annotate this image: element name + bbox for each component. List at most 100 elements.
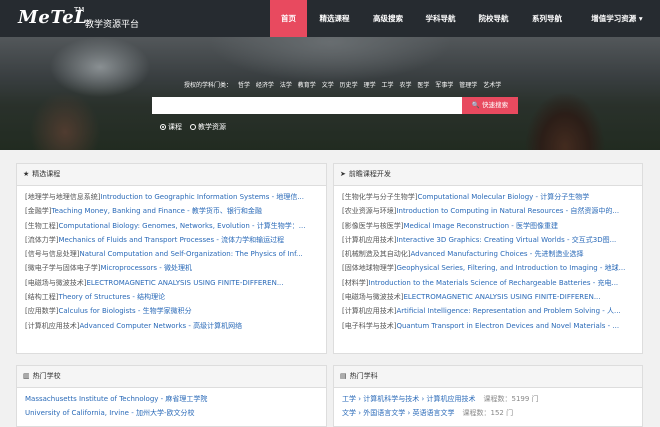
search-type-group: 课程 教学资源 bbox=[160, 122, 226, 132]
radio-resource[interactable]: 教学资源 bbox=[190, 122, 226, 132]
nav-home[interactable]: 首页 bbox=[270, 0, 307, 37]
subjects-prefix: 授权的学科门类： bbox=[184, 82, 233, 89]
book-icon: ▤ bbox=[340, 372, 347, 380]
panel-title: 热门学科 bbox=[349, 372, 378, 380]
list-item: [电磁场与微波技术]ELECTROMAGNETIC ANALYSIS USING… bbox=[342, 290, 634, 304]
course-link[interactable]: Interactive 3D Graphics: Creating Virtua… bbox=[396, 236, 616, 244]
course-link[interactable]: Natural Computation and Self-Organizatio… bbox=[79, 250, 302, 258]
list-item: [材料学]Introduction to the Materials Scien… bbox=[342, 276, 634, 290]
nav-extra-resources-dropdown[interactable]: 增值学习资源 ▾ bbox=[574, 0, 660, 37]
radio-course[interactable]: 课程 bbox=[160, 122, 182, 132]
list-item: [计算机应用技术]Advanced Computer Networks - 高级… bbox=[25, 319, 318, 333]
course-link[interactable]: Theory of Structures - 结构理论 bbox=[58, 293, 165, 301]
discipline-path-link[interactable]: 工学 › 计算机科学与技术 › 计算机应用技术 bbox=[342, 395, 476, 403]
list-item: [金融学]Teaching Money, Banking and Finance… bbox=[25, 204, 318, 218]
school-link[interactable]: University of California, Irvine - 加州大学-… bbox=[25, 409, 194, 417]
course-category: [流体力学] bbox=[25, 235, 59, 244]
course-link[interactable]: Microprocessors - 微处理机 bbox=[100, 264, 192, 272]
panel-header: ▤ 热门学科 bbox=[334, 366, 642, 388]
subject-link[interactable]: 农学 bbox=[399, 82, 411, 89]
course-link[interactable]: Geophysical Series, Filtering, and Intro… bbox=[396, 264, 625, 272]
subject-link[interactable]: 经济学 bbox=[256, 82, 274, 89]
list-item: [地理学与地理信息系统]Introduction to Geographic I… bbox=[25, 190, 318, 204]
course-category: [计算机应用技术] bbox=[25, 321, 80, 330]
list-item: [计算机应用技术]Interactive 3D Graphics: Creati… bbox=[342, 233, 634, 247]
panel-header: ▥ 热门学校 bbox=[17, 366, 326, 388]
nav-advanced-search[interactable]: 高级搜索 bbox=[362, 0, 414, 37]
popular-disciplines-panel: ▤ 热门学科 工学 › 计算机科学与技术 › 计算机应用技术 课程数：5199 门 … bbox=[333, 365, 643, 427]
course-category: [计算机应用技术] bbox=[342, 307, 397, 316]
list-item: [机械制造及其自动化]Advanced Manufacturing Choice… bbox=[342, 247, 634, 261]
list-item: [流体力学]Mechanics of Fluids and Transport … bbox=[25, 233, 318, 247]
list-item: [计算机应用技术]Artificial Intelligence: Repres… bbox=[342, 304, 634, 318]
list-item: [固体地球物理学]Geophysical Series, Filtering, … bbox=[342, 261, 634, 275]
school-link[interactable]: Massachusetts Institute of Technology - … bbox=[25, 395, 207, 403]
panel-header: ★ 精选课程 bbox=[17, 164, 326, 186]
radio-resource-label: 教学资源 bbox=[198, 123, 226, 131]
search-input[interactable] bbox=[152, 97, 462, 114]
subject-link[interactable]: 哲学 bbox=[238, 82, 250, 89]
quick-search-button[interactable]: 🔍 快速搜索 bbox=[462, 97, 518, 114]
radio-course-label: 课程 bbox=[168, 123, 182, 131]
subject-link[interactable]: 法学 bbox=[280, 82, 292, 89]
course-link[interactable]: Introduction to Computing in Natural Res… bbox=[396, 207, 619, 215]
list-item: [信号与信息处理]Natural Computation and Self-Or… bbox=[25, 247, 318, 261]
list-item: [影像医学与核医学]Medical Image Reconstruction -… bbox=[342, 219, 634, 233]
subject-link[interactable]: 管理学 bbox=[459, 82, 477, 89]
star-icon: ★ bbox=[23, 170, 30, 178]
list-item: Massachusetts Institute of Technology - … bbox=[25, 392, 318, 406]
course-category: [结构工程] bbox=[25, 293, 59, 302]
course-link[interactable]: Introduction to the Materials Science of… bbox=[368, 279, 618, 287]
subject-filter: 授权的学科门类： 哲学 经济学 法学 教育学 文学 历史学 理学 工学 农学 医… bbox=[184, 80, 505, 89]
subject-link[interactable]: 文学 bbox=[322, 82, 334, 89]
course-link[interactable]: Computational Molecular Biology - 计算分子生物… bbox=[417, 193, 589, 201]
list-item: 工学 › 计算机科学与技术 › 计算机应用技术 课程数：5199 门 bbox=[342, 392, 634, 406]
subject-link[interactable]: 理学 bbox=[364, 82, 376, 89]
list-item: [农业资源与环境]Introduction to Computing in Na… bbox=[342, 204, 634, 218]
course-link[interactable]: Calculus for Biologists - 生物学家微积分 bbox=[58, 307, 191, 315]
list-item: [微电子学与固体电子学]Microprocessors - 微处理机 bbox=[25, 261, 318, 275]
list-item: 文学 › 外国语言文学 › 英语语言文学 课程数：152 门 bbox=[342, 406, 634, 420]
course-link[interactable]: Computational Biology: Genomes, Networks… bbox=[58, 222, 305, 230]
course-category: [电磁场与微波技术] bbox=[25, 278, 87, 287]
list-item: [结构工程]Theory of Structures - 结构理论 bbox=[25, 290, 318, 304]
course-link[interactable]: Advanced Computer Networks - 高级计算机网络 bbox=[79, 322, 242, 330]
subject-link[interactable]: 军事学 bbox=[435, 82, 453, 89]
discipline-path-link[interactable]: 文学 › 外国语言文学 › 英语语言文学 bbox=[342, 409, 455, 417]
subject-link[interactable]: 艺术学 bbox=[483, 82, 501, 89]
course-link[interactable]: Artificial Intelligence: Representation … bbox=[396, 307, 620, 315]
course-category: [材料学] bbox=[342, 278, 369, 287]
course-category: [农业资源与环境] bbox=[342, 207, 397, 216]
hero-banner: 授权的学科门类： 哲学 经济学 法学 教育学 文学 历史学 理学 工学 农学 医… bbox=[0, 37, 660, 150]
panel-title: 前瞻课程开发 bbox=[348, 170, 391, 178]
subject-link[interactable]: 工学 bbox=[382, 82, 394, 89]
subject-link[interactable]: 历史学 bbox=[340, 82, 358, 89]
panel-title: 热门学校 bbox=[32, 372, 61, 380]
nav-featured-courses[interactable]: 精选课程 bbox=[307, 0, 362, 37]
course-link[interactable]: ELECTROMAGNETIC ANALYSIS USING FINITE-DI… bbox=[403, 293, 600, 301]
subject-link[interactable]: 教育学 bbox=[298, 82, 316, 89]
course-category: [信号与信息处理] bbox=[25, 250, 80, 259]
nav-subject-navigation[interactable]: 学科导航 bbox=[414, 0, 467, 37]
building-icon: ▥ bbox=[23, 372, 30, 380]
course-category: [生物化学与分子生物学] bbox=[342, 193, 418, 201]
list-item: University of California, Irvine - 加州大学-… bbox=[25, 406, 318, 420]
radio-unselected-icon bbox=[190, 124, 196, 130]
nav-school-navigation[interactable]: 院校导航 bbox=[467, 0, 520, 37]
course-link[interactable]: Medical Image Reconstruction - 医学图像重建 bbox=[403, 222, 558, 230]
course-link[interactable]: Teaching Money, Banking and Finance - 教学… bbox=[51, 207, 261, 215]
course-link[interactable]: Mechanics of Fluids and Transport Proces… bbox=[58, 236, 284, 244]
course-category: [电磁场与微波技术] bbox=[342, 293, 404, 302]
brand-subtitle: 教学资源平台 bbox=[85, 20, 140, 30]
subject-link[interactable]: 医学 bbox=[417, 82, 429, 89]
popular-schools-panel: ▥ 热门学校 Massachusetts Institute of Technol… bbox=[16, 365, 327, 427]
course-category: [电子科学与技术] bbox=[342, 321, 397, 330]
list-item: [生物化学与分子生物学]Computational Molecular Biol… bbox=[342, 190, 634, 204]
course-link[interactable]: ELECTROMAGNETIC ANALYSIS USING FINITE-DI… bbox=[86, 279, 283, 287]
nav-series-navigation[interactable]: 系列导航 bbox=[520, 0, 574, 37]
course-category: [机械制造及其自动化] bbox=[342, 250, 411, 259]
list-item: [生物工程]Computational Biology: Genomes, Ne… bbox=[25, 219, 318, 233]
course-link[interactable]: Advanced Manufacturing Choices - 先进制造业选择 bbox=[410, 250, 583, 258]
course-link[interactable]: Introduction to Geographic Information S… bbox=[100, 193, 304, 201]
course-link[interactable]: Quantum Transport in Electron Devices an… bbox=[396, 322, 619, 330]
